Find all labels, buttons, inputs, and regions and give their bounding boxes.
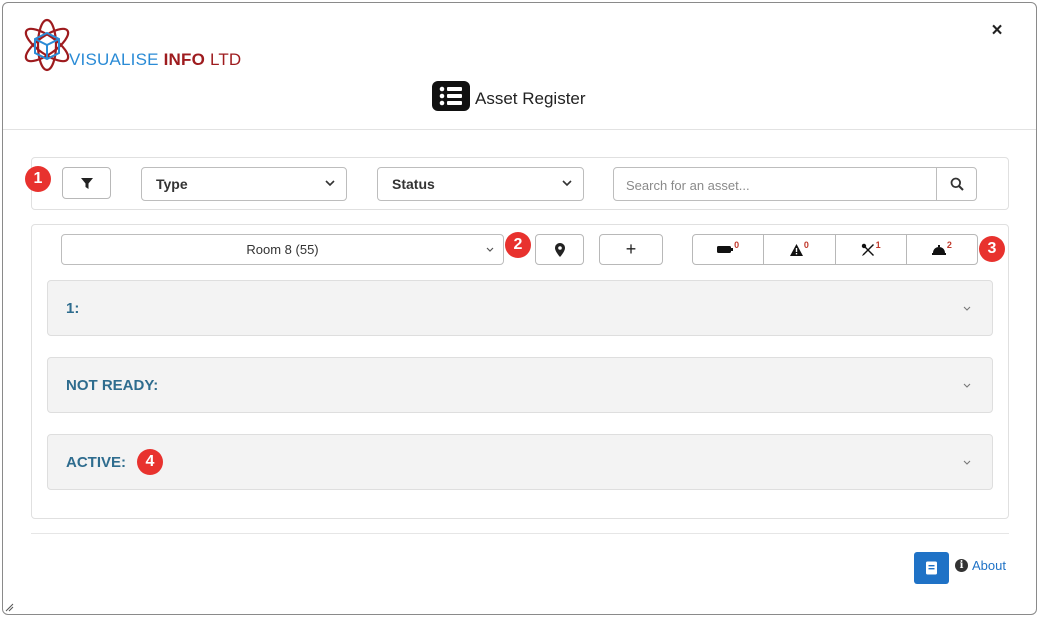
list-icon [432,81,470,111]
type-select-value: Type [156,176,188,192]
status-select-value: Status [392,176,435,192]
bell-counter-button[interactable]: 2 [907,235,977,264]
page-title: Asset Register [475,89,586,108]
callout-badge: 3 [979,236,1005,262]
panel-divider [31,533,1009,534]
section-accordion-not-ready[interactable]: NOT READY: [47,357,993,413]
battery-count: 0 [734,239,740,250]
bell-icon [931,244,946,255]
type-select[interactable]: Type [141,167,347,201]
tools-counter-button[interactable]: 1 [836,235,907,264]
brand-name: VISUALISE INFO LTD [69,50,241,70]
info-icon: i [955,559,968,572]
about-label: About [972,558,1006,573]
search-icon [950,177,964,191]
add-asset-button[interactable]: + [599,234,663,265]
section-accordion-active[interactable]: ACTIVE: [47,434,993,490]
chevron-down-icon [963,383,971,388]
about-link[interactable]: i About [955,558,1006,573]
bell-count: 2 [946,239,952,250]
page-title-group: Asset Register [432,77,586,111]
location-button[interactable] [535,234,584,265]
battery-icon [717,246,734,253]
chevron-down-icon [325,180,335,187]
chevron-down-icon [486,247,494,252]
chevron-down-icon [963,306,971,311]
status-select[interactable]: Status [377,167,584,201]
section-label: NOT READY: [66,377,159,394]
warning-count: 0 [803,239,809,250]
brand-name-part3: LTD [205,50,242,69]
search-input[interactable] [626,175,926,195]
docs-button[interactable] [914,552,949,584]
callout-badge: 2 [505,232,531,258]
tools-icon [861,243,874,256]
header-divider [3,129,1036,130]
brand-name-part1: VISUALISE [69,50,164,69]
warning-counter-button[interactable]: 0 [764,235,836,264]
warning-icon [789,243,803,256]
search-button[interactable] [937,168,977,200]
close-button[interactable]: × [987,20,1007,42]
filter-icon [80,177,93,189]
book-icon [926,561,937,575]
resize-handle-icon[interactable] [5,603,14,612]
chevron-down-icon [562,180,572,187]
chevron-down-icon [963,460,971,465]
room-select-value: Room 8 (55) [246,242,319,257]
brand-name-part2: INFO [163,50,206,69]
search-box [613,167,977,201]
battery-counter-button[interactable]: 0 [693,235,765,264]
callout-badge: 1 [25,166,51,192]
room-select[interactable]: Room 8 (55) [61,234,504,265]
section-label: ACTIVE: [66,454,126,471]
tools-count: 1 [875,239,881,250]
filter-toggle-button[interactable] [62,167,111,199]
map-marker-icon [554,242,565,257]
status-counter-group: 0 0 1 2 [692,234,978,265]
callout-badge: 4 [137,449,163,475]
section-accordion-1[interactable]: 1: [47,280,993,336]
section-label: 1: [66,300,80,317]
